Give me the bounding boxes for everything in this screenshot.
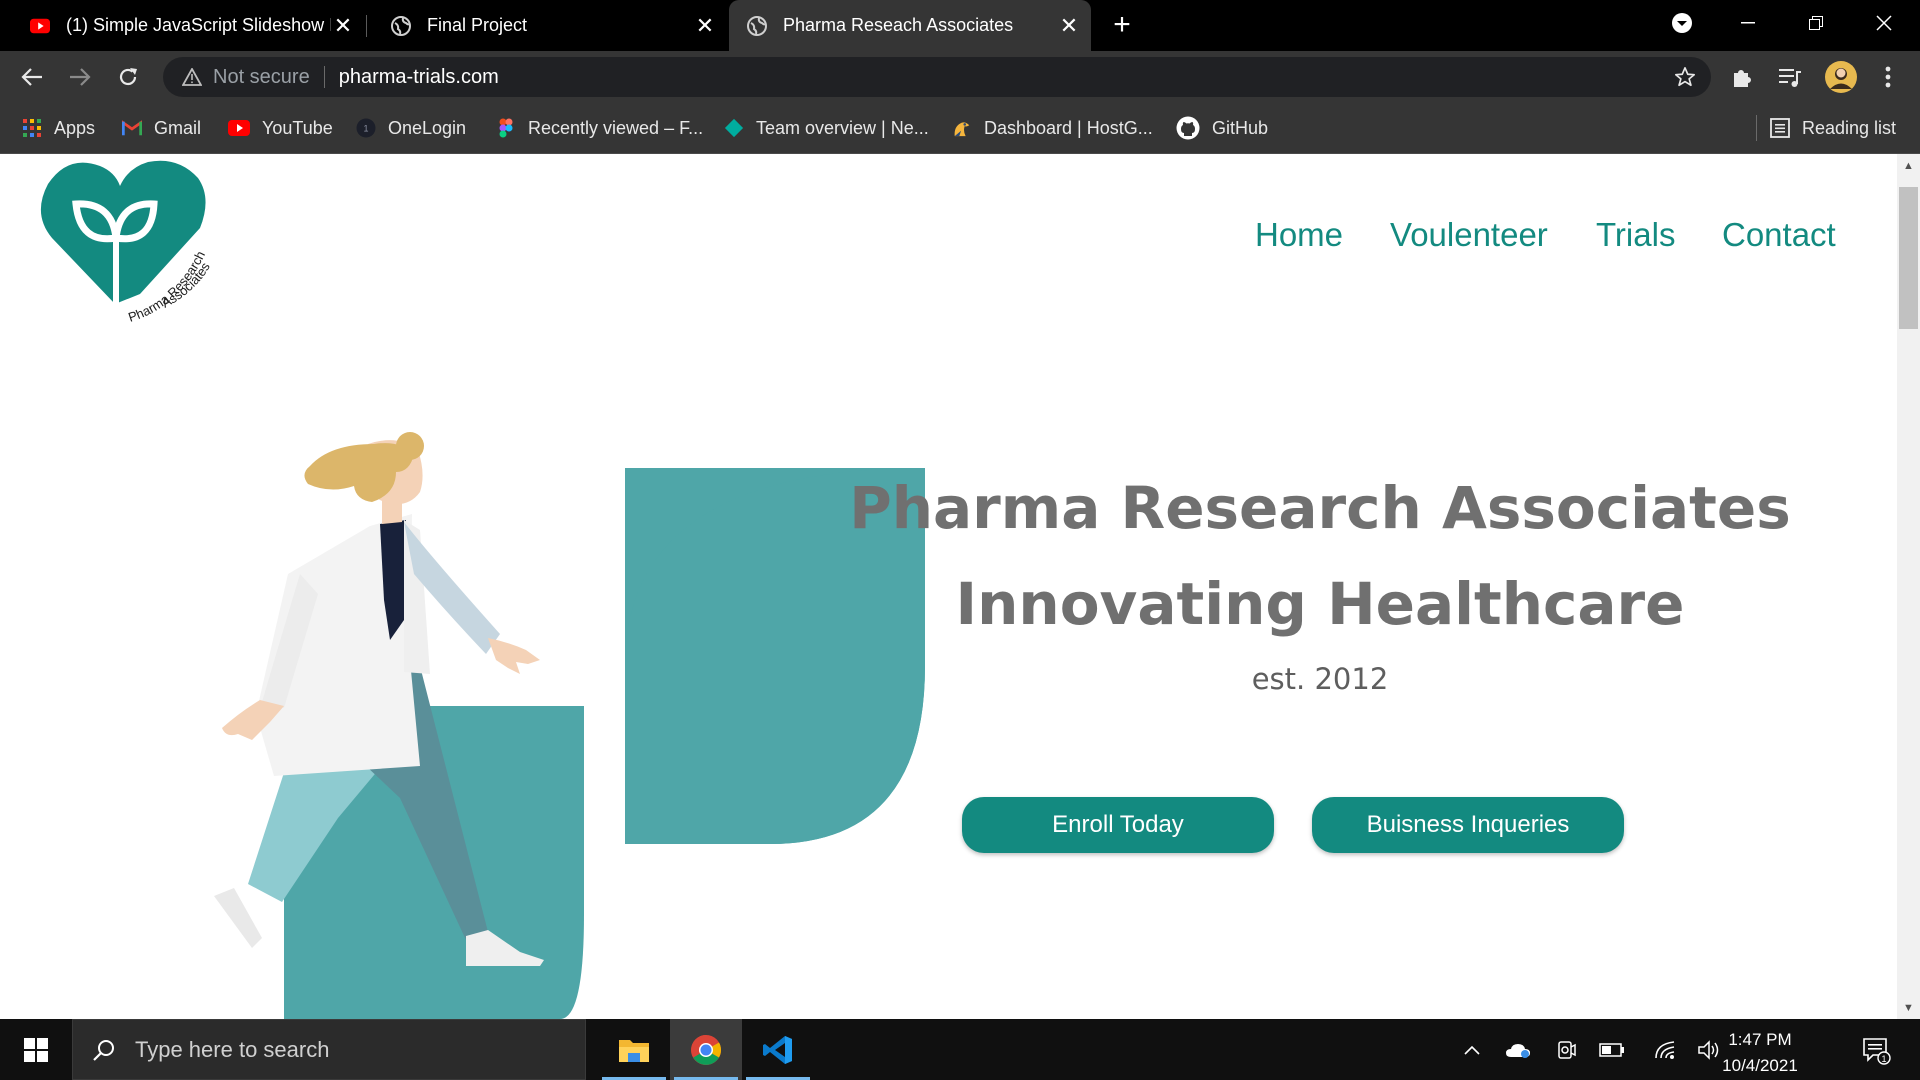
enroll-today-button[interactable]: Enroll Today <box>962 797 1274 853</box>
tab-final-project[interactable]: Final Project ✕ <box>367 0 727 51</box>
search-icon <box>91 1037 117 1063</box>
bookmark-label: Dashboard | HostG... <box>984 117 1153 138</box>
window-close-icon[interactable] <box>1854 0 1914 45</box>
bookmark-label: GitHub <box>1212 117 1269 138</box>
bookmark-hostgator[interactable]: Dashboard | HostG... <box>952 103 1153 153</box>
reading-list-icon <box>1770 118 1790 138</box>
bookmark-label: YouTube <box>262 117 333 138</box>
bookmark-apps[interactable]: Apps <box>22 103 95 153</box>
restore-icon[interactable] <box>1786 0 1846 45</box>
hero-subtitle: Innovating Healthcare <box>955 570 1685 638</box>
onedrive-cloud-icon[interactable] <box>1502 1019 1534 1080</box>
reading-list-button[interactable]: Reading list <box>1770 103 1896 153</box>
windows-start-icon[interactable] <box>0 1019 72 1080</box>
extensions-puzzle-icon[interactable] <box>1728 63 1756 91</box>
close-tab-icon[interactable]: ✕ <box>693 13 717 38</box>
youtube-icon <box>228 118 250 138</box>
nav-contact[interactable]: Contact <box>1722 216 1836 254</box>
tab-search-icon[interactable] <box>1652 0 1712 45</box>
close-tab-icon[interactable]: ✕ <box>1057 13 1081 38</box>
security-label[interactable]: Not secure <box>213 66 310 89</box>
bookmark-label: Recently viewed – F... <box>528 117 704 138</box>
notification-count: 1 <box>1881 1054 1886 1064</box>
bookmark-onelogin[interactable]: 1 OneLogin <box>356 103 466 153</box>
action-center-icon[interactable]: 1 <box>1854 1019 1898 1080</box>
windows-taskbar: Type here to search 1:47 PM 10/4/2021 1 <box>0 1019 1920 1080</box>
hostgator-icon <box>952 118 972 138</box>
scroll-down-arrow-icon[interactable]: ▼ <box>1897 998 1920 1018</box>
chrome-icon[interactable] <box>670 1019 742 1080</box>
onelogin-icon: 1 <box>356 118 376 138</box>
menu-kebab-icon[interactable] <box>1874 63 1902 91</box>
bookmark-label: OneLogin <box>388 117 467 138</box>
address-divider <box>323 66 325 88</box>
bookmark-youtube[interactable]: YouTube <box>228 103 333 153</box>
tab-title: Final Project <box>427 15 528 35</box>
profile-avatar-icon[interactable] <box>1824 60 1858 94</box>
bookmark-label: Gmail <box>154 117 202 138</box>
tab-title: Pharma Reseach Associates <box>783 15 1014 35</box>
gmail-icon <box>122 118 142 138</box>
bookmark-label: Team overview | Ne... <box>756 117 929 138</box>
search-placeholder: Type here to search <box>135 1036 330 1062</box>
show-hidden-icons-chevron-icon[interactable] <box>1456 1019 1488 1080</box>
file-explorer-icon[interactable] <box>598 1019 670 1080</box>
forward-arrow-icon[interactable] <box>66 63 94 91</box>
close-tab-icon[interactable]: ✕ <box>331 13 355 38</box>
globe-icon <box>391 15 411 36</box>
tab-youtube[interactable]: (1) Simple JavaScript Slideshow In ✕ <box>0 0 365 51</box>
bookmark-gmail[interactable]: Gmail <box>122 103 201 153</box>
warning-triangle-icon[interactable] <box>181 66 203 88</box>
reload-icon[interactable] <box>114 63 142 91</box>
tab-strip: (1) Simple JavaScript Slideshow In ✕ Fin… <box>0 0 1920 51</box>
bookmark-label: Apps <box>54 117 96 138</box>
bookmarks-bar: Apps Gmail YouTube 1 OneLogin Recently v… <box>0 103 1920 154</box>
svg-text:1: 1 <box>363 124 368 134</box>
apps-grid-icon <box>22 118 42 138</box>
bookmark-team-overview[interactable]: Team overview | Ne... <box>724 103 929 153</box>
clock-date: 10/4/2021 <box>1722 1056 1798 1075</box>
nav-volunteer[interactable]: Voulenteer <box>1390 216 1548 254</box>
tab-title: (1) Simple JavaScript Slideshow In <box>66 15 331 35</box>
wifi-icon[interactable] <box>1650 1019 1682 1080</box>
github-icon <box>1176 116 1200 140</box>
scrollbar-thumb[interactable] <box>1899 187 1918 329</box>
scroll-up-arrow-icon[interactable]: ▲ <box>1897 156 1920 176</box>
reading-list-label: Reading list <box>1802 117 1897 138</box>
bookmark-divider <box>1756 115 1757 141</box>
minimize-icon[interactable] <box>1718 0 1778 45</box>
vscode-icon[interactable] <box>742 1019 814 1080</box>
url-text[interactable]: pharma-trials.com <box>339 66 499 89</box>
nav-trials[interactable]: Trials <box>1596 216 1675 254</box>
figma-icon <box>496 118 516 138</box>
back-arrow-icon[interactable] <box>18 63 46 91</box>
bookmark-star-icon[interactable] <box>1673 65 1697 89</box>
business-inquiries-button[interactable]: Buisness Inqueries <box>1312 797 1624 853</box>
battery-icon[interactable] <box>1596 1019 1628 1080</box>
globe-icon <box>747 15 767 36</box>
media-queue-icon[interactable] <box>1776 63 1804 91</box>
youtube-icon <box>30 16 50 36</box>
tab-pharma-active[interactable]: Pharma Reseach Associates ✕ <box>729 0 1091 51</box>
hero-illustration <box>214 432 925 1019</box>
hero-title: Pharma Research Associates <box>849 474 1791 542</box>
diamond-icon <box>724 118 744 138</box>
browser-toolbar: Not secure pharma-trials.com <box>0 51 1920 103</box>
clock-time: 1:47 PM <box>1728 1030 1792 1049</box>
bookmark-github[interactable]: GitHub <box>1176 103 1268 153</box>
address-bar[interactable]: Not secure pharma-trials.com <box>163 57 1711 97</box>
new-tab-button[interactable]: + <box>1108 10 1136 40</box>
hero-established: est. 2012 <box>1251 662 1389 696</box>
bookmark-figma[interactable]: Recently viewed – F... <box>496 103 703 153</box>
page-viewport: Pharma Research Associates Home Voulente… <box>0 154 1897 1019</box>
nav-home[interactable]: Home <box>1255 216 1343 254</box>
taskbar-search-box[interactable]: Type here to search <box>72 1019 586 1080</box>
system-clock[interactable]: 1:47 PM 10/4/2021 <box>1710 1027 1810 1079</box>
meet-now-icon[interactable] <box>1550 1019 1582 1080</box>
